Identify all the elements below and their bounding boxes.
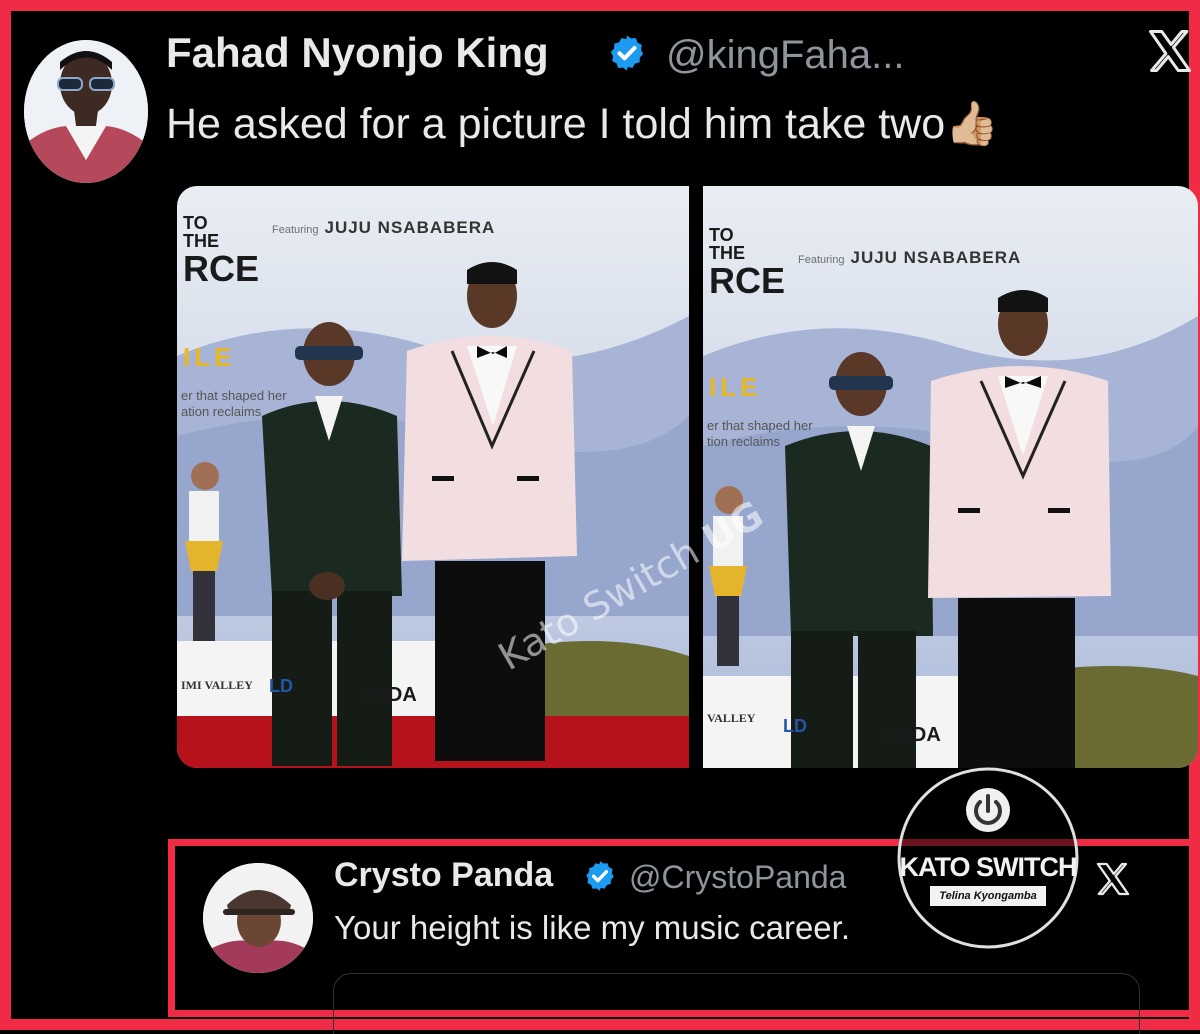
featuring-label: Featuring bbox=[798, 254, 845, 266]
quoted-tweet-card[interactable] bbox=[333, 973, 1140, 1034]
tweet-photo-1[interactable]: TO THE RCE ILE Featuring JUJU NSABABERA e… bbox=[177, 186, 689, 768]
author-name[interactable]: Fahad Nyonjo King bbox=[166, 29, 549, 77]
tweet-text: He asked for a picture I told him take t… bbox=[166, 99, 999, 149]
tagline-line: er that shaped her bbox=[181, 388, 287, 403]
kato-switch-badge: KATO SWITCH Telina Kyongamba bbox=[896, 766, 1080, 950]
verified-badge-icon bbox=[586, 861, 614, 891]
author-handle[interactable]: @kingFaha... bbox=[666, 33, 905, 78]
poster-title-line: TO bbox=[709, 225, 734, 245]
poster-title-2: TO THE RCE bbox=[709, 226, 785, 300]
power-icon bbox=[966, 788, 1010, 832]
poster-title-line: RCE bbox=[183, 248, 260, 289]
tagline-line: ation reclaims bbox=[181, 404, 262, 419]
poster-tagline-1: er that shaped her ation reclaims bbox=[181, 388, 287, 420]
thumbs-up-emoji-icon: 👍🏼 bbox=[945, 100, 999, 148]
badge-title: KATO SWITCH bbox=[899, 852, 1078, 882]
badge-subtitle: Telina Kyongamba bbox=[930, 886, 1046, 906]
tweet-photo-2[interactable]: TO THE RCE ILE Featuring JUJU NSABABERA e… bbox=[703, 186, 1198, 768]
poster-subtitle-2: ILE bbox=[709, 372, 762, 402]
featuring-name: JUJU NSABABERA bbox=[850, 248, 1022, 267]
featuring-label: Featuring bbox=[272, 224, 319, 236]
poster-subtitle-1: ILE bbox=[183, 342, 236, 372]
sponsor-logo: LD bbox=[269, 676, 293, 696]
sponsor-logo: LD bbox=[783, 716, 807, 736]
poster-featuring-1: Featuring JUJU NSABABERA bbox=[272, 218, 495, 238]
tweet-text-body: He asked for a picture I told him take t… bbox=[166, 100, 946, 148]
tagline-line: er that shaped her bbox=[707, 418, 813, 433]
featuring-name: JUJU NSABABERA bbox=[324, 218, 496, 237]
x-logo-icon[interactable] bbox=[1093, 859, 1133, 899]
avatar-portrait bbox=[24, 40, 148, 183]
poster-title-1: TO THE RCE bbox=[183, 214, 259, 288]
reply-author-handle[interactable]: @CrystoPanda bbox=[629, 859, 846, 896]
poster-title-line: RCE bbox=[709, 260, 786, 301]
poster-featuring-2: Featuring JUJU NSABABERA bbox=[798, 248, 1021, 268]
verified-badge-icon bbox=[610, 35, 644, 71]
reply-author-name[interactable]: Crysto Panda bbox=[334, 856, 553, 895]
author-avatar[interactable] bbox=[24, 40, 148, 183]
screenshot-frame: Fahad Nyonjo King @kingFaha... He asked … bbox=[0, 0, 1200, 1034]
reply-avatar-portrait bbox=[203, 863, 313, 973]
x-logo-icon[interactable] bbox=[1144, 25, 1196, 77]
reply-text: Your height is like my music career. bbox=[334, 909, 850, 946]
poster-title-line: TO bbox=[183, 213, 208, 233]
reply-author-avatar[interactable] bbox=[203, 863, 313, 973]
tagline-line: tion reclaims bbox=[707, 434, 780, 449]
sponsor-logo: VALLEY bbox=[707, 711, 756, 725]
poster-tagline-2: er that shaped her tion reclaims bbox=[707, 418, 813, 450]
sponsor-logo: IMI VALLEY bbox=[181, 678, 253, 692]
sponsor-logo: UNDA bbox=[883, 724, 941, 746]
sponsor-logo: UNDA bbox=[359, 684, 417, 706]
